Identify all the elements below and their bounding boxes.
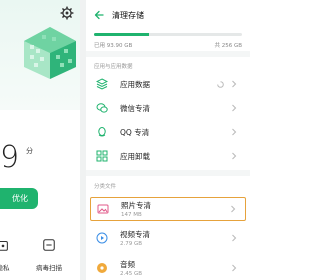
optimize-button[interactable]: 优化 — [0, 188, 38, 209]
score-unit: 分 — [26, 147, 33, 155]
section-gap — [86, 170, 250, 176]
chevron-right-icon — [232, 128, 237, 136]
item-label: 音频 — [120, 260, 135, 269]
app-data-icon — [96, 78, 108, 90]
list-item-app-uninstall[interactable]: 应用卸载 — [86, 144, 250, 168]
list-item-app-data[interactable]: 应用数据 — [86, 72, 250, 96]
photo-icon — [97, 204, 109, 214]
item-label: QQ 专清 — [120, 127, 150, 137]
back-arrow-icon[interactable] — [94, 10, 104, 20]
item-label: 照片专清 — [121, 201, 151, 210]
privacy-label: 隐私 — [0, 264, 10, 272]
item-size: 147 MB — [121, 212, 142, 218]
list-item-qq[interactable]: QQ 专清 — [86, 120, 250, 144]
chevron-right-icon — [231, 205, 236, 213]
item-size: 2.79 GB — [120, 241, 143, 247]
virus-scan-icon — [43, 239, 55, 251]
list-item-wechat[interactable]: 微信专清 — [86, 96, 250, 120]
item-label: 微信专清 — [120, 103, 150, 113]
audio-icon — [97, 263, 107, 273]
storage-bar-fill — [94, 33, 149, 36]
list-item-video[interactable]: 视频专清 2.79 GB — [86, 226, 250, 250]
storage-bar — [94, 33, 242, 36]
qq-icon — [98, 127, 106, 137]
chevron-right-icon — [232, 152, 237, 160]
app-uninstall-icon — [96, 150, 108, 162]
page-title: 清理存储 — [112, 10, 144, 20]
virus-scan-label: 病毒扫描 — [36, 264, 62, 272]
storage-total: 共 256 GB — [214, 43, 242, 49]
item-size: 2.45 GB — [120, 271, 143, 277]
chevron-right-icon — [232, 104, 237, 112]
list-item-photo[interactable]: 照片专清 147 MB — [90, 197, 246, 221]
score-value: 9 — [0, 140, 19, 175]
loading-spinner-icon — [217, 80, 224, 88]
virus-scan-tool[interactable]: 病毒扫描 — [34, 238, 64, 272]
item-label: 视频专清 — [120, 230, 150, 239]
header: 清理存储 — [94, 8, 144, 22]
gear-icon[interactable] — [60, 6, 74, 20]
storage-summary: 已用 93.90 GB 共 256 GB — [94, 33, 242, 49]
privacy-icon — [0, 240, 8, 251]
phone-cube-illustration — [24, 27, 76, 79]
wechat-icon — [96, 103, 108, 113]
section-gap — [86, 51, 250, 57]
optimizer-panel: 9 分 优化 隐私 病毒扫描 — [0, 0, 80, 280]
chevron-right-icon — [232, 264, 237, 272]
privacy-tool[interactable]: 隐私 — [0, 238, 18, 272]
storage-used: 已用 93.90 GB — [94, 43, 133, 49]
section-header-apps: 应用与应用数据 — [94, 64, 133, 70]
item-label: 应用数据 — [120, 79, 150, 89]
section-header-files: 分类文件 — [94, 184, 117, 190]
video-icon — [96, 232, 108, 244]
list-item-audio[interactable]: 音频 2.45 GB — [86, 256, 250, 280]
item-label: 应用卸载 — [120, 151, 150, 161]
chevron-right-icon — [232, 80, 237, 88]
clean-storage-panel: 清理存储 已用 93.90 GB 共 256 GB 应用与应用数据 应用数据 微… — [86, 0, 250, 280]
chevron-right-icon — [232, 234, 237, 242]
